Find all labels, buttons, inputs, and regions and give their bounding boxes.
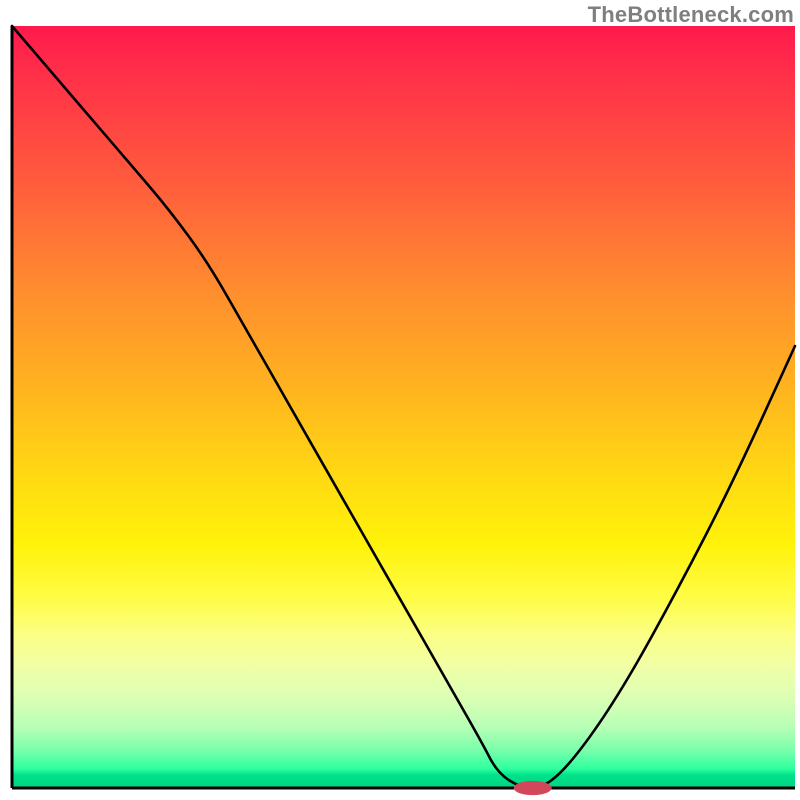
watermark-text: TheBottleneck.com — [588, 2, 794, 28]
optimal-marker — [514, 781, 552, 795]
bottleneck-chart: TheBottleneck.com — [0, 0, 800, 800]
bottleneck-curve — [12, 26, 795, 788]
chart-svg — [0, 0, 800, 800]
axes — [12, 26, 795, 788]
